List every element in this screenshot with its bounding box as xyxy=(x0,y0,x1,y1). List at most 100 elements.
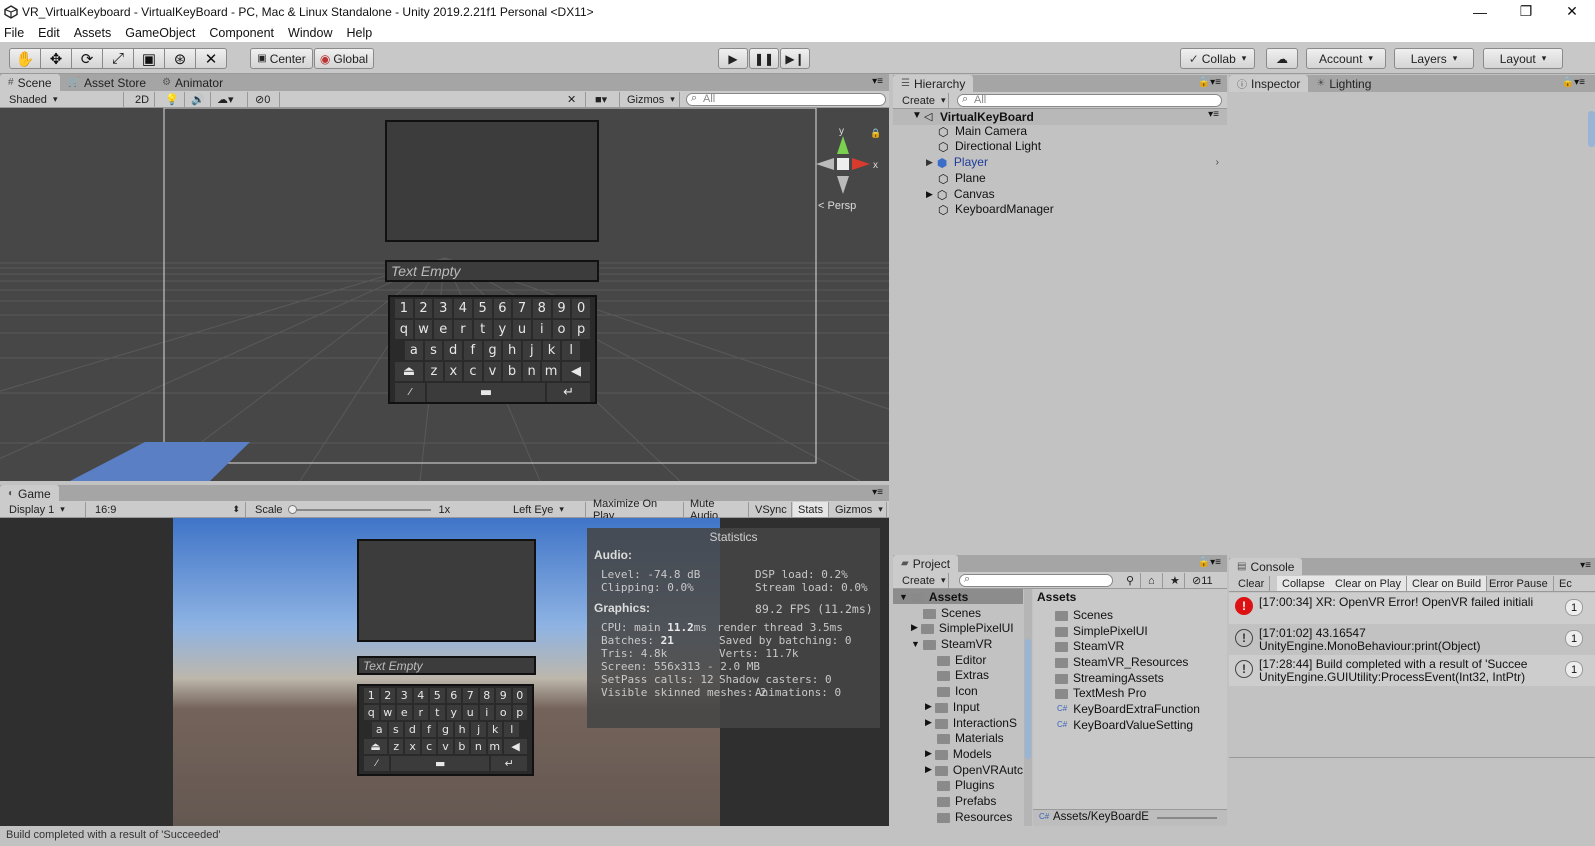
key[interactable]: d xyxy=(444,341,462,360)
rect-icon[interactable]: ▣ xyxy=(133,48,165,69)
project-tree-scrollbar[interactable] xyxy=(1024,589,1032,826)
key[interactable]: w xyxy=(380,705,395,720)
collab-dropdown[interactable]: ✓ Collab xyxy=(1180,48,1255,69)
language-icon[interactable]: ⁄ xyxy=(395,383,426,402)
panel-menu-icon[interactable]: ▾≡ xyxy=(1580,560,1591,571)
key[interactable]: 0 xyxy=(572,299,591,318)
tab-project[interactable]: ▰ Project xyxy=(893,555,959,572)
maximize-icon[interactable]: ❐ xyxy=(1503,0,1549,23)
key[interactable]: l xyxy=(562,341,581,360)
project-search-input[interactable] xyxy=(959,574,1113,587)
hierarchy-create-dropdown[interactable]: Create xyxy=(897,93,949,108)
tree-item[interactable]: ▶ InteractionS xyxy=(925,715,1017,731)
menu-component[interactable]: Component xyxy=(209,26,274,40)
asset-item[interactable]: SimplePixelUI xyxy=(1055,623,1148,639)
backspace-icon[interactable]: ◀ xyxy=(503,739,527,754)
asset-item[interactable]: Scenes xyxy=(1055,607,1113,623)
keyboard-text-field-game[interactable]: Text Empty xyxy=(357,656,536,675)
key[interactable]: f xyxy=(464,341,482,360)
panel-menu-icon[interactable]: 🔒▾≡ xyxy=(1198,557,1221,568)
hidden-packages-toggle[interactable]: ⊘ 11 xyxy=(1187,573,1225,588)
key[interactable]: v xyxy=(438,739,453,754)
asset-item[interactable]: C# KeyBoardValueSetting xyxy=(1057,717,1193,733)
eye-dropdown[interactable]: Left Eye xyxy=(508,502,586,517)
tree-item[interactable]: ▶ Models xyxy=(925,746,992,762)
close-icon[interactable]: ✕ xyxy=(1549,0,1595,23)
key[interactable]: q xyxy=(394,320,413,339)
key[interactable]: b xyxy=(454,739,470,754)
key[interactable]: 6 xyxy=(493,299,512,318)
asset-item[interactable]: C# KeyBoardExtraFunction xyxy=(1057,701,1200,717)
hierarchy-item-canvas[interactable]: ▶ ⬡ Canvas xyxy=(926,186,995,202)
console-collapse-button[interactable]: Collapse xyxy=(1277,576,1331,591)
key[interactable]: q xyxy=(364,705,379,720)
layers-dropdown[interactable]: Layers xyxy=(1394,48,1474,69)
key[interactable]: r xyxy=(413,705,428,720)
scene-search-input[interactable]: All xyxy=(686,93,886,106)
key[interactable]: 5 xyxy=(430,688,445,703)
key[interactable]: o xyxy=(552,320,571,339)
tools-icon[interactable]: ✕ xyxy=(562,92,586,107)
step-icon[interactable]: ▶❙ xyxy=(780,48,810,69)
key[interactable]: 1 xyxy=(394,299,413,318)
key[interactable]: 4 xyxy=(454,299,472,318)
key[interactable]: c xyxy=(421,739,437,754)
key[interactable]: d xyxy=(405,722,420,737)
tree-item[interactable]: ▶ SimplePixelUI xyxy=(911,620,1014,636)
key[interactable]: k xyxy=(487,722,503,737)
effects-icon[interactable]: ☁▾ xyxy=(212,92,248,107)
tree-item[interactable]: Editor xyxy=(937,652,986,668)
lock-icon[interactable]: 🔒▾≡ xyxy=(1562,77,1585,88)
pause-icon[interactable]: ❚❚ xyxy=(749,48,779,69)
display-dropdown[interactable]: Display 1 xyxy=(4,502,86,517)
shift-icon[interactable]: ⏏ xyxy=(364,739,388,754)
tab-lighting[interactable]: ☀ Lighting xyxy=(1308,75,1379,92)
key[interactable]: f xyxy=(421,722,437,737)
key[interactable]: w xyxy=(414,320,433,339)
key[interactable]: z xyxy=(389,739,404,754)
key[interactable]: 3 xyxy=(434,299,453,318)
key[interactable]: 8 xyxy=(479,688,494,703)
scene-view[interactable]: Text Empty 1234567890 qwertyuiop asdfghj… xyxy=(0,108,889,481)
stats-toggle[interactable]: Stats xyxy=(793,502,829,517)
tab-asset-store[interactable]: 🛒 Asset Store xyxy=(60,74,154,91)
play-icon[interactable]: ▶ xyxy=(718,48,748,69)
language-icon[interactable]: ⁄ xyxy=(364,756,390,771)
filter-label-icon[interactable]: ⌂ xyxy=(1143,573,1163,588)
inspector-scrollbar[interactable] xyxy=(1588,111,1595,147)
key[interactable]: i xyxy=(532,320,551,339)
tab-scene[interactable]: # Scene xyxy=(0,74,60,91)
shading-dropdown[interactable]: Shaded xyxy=(4,92,124,107)
key[interactable]: 7 xyxy=(513,299,531,318)
key[interactable]: 2 xyxy=(414,299,433,318)
key[interactable]: y xyxy=(493,320,512,339)
console-editor-button[interactable]: Ec xyxy=(1554,576,1577,591)
filter-type-icon[interactable]: ⚲ xyxy=(1121,573,1141,588)
hierarchy-item-directional-light[interactable]: ⬡ Directional Light xyxy=(938,138,1041,154)
tab-game[interactable]: ◐ Game xyxy=(0,485,59,502)
console-entry-log[interactable]: ! [17:01:02] 43.16547 UnityEngine.MonoBe… xyxy=(1229,624,1595,655)
gizmos-dropdown[interactable]: Gizmos xyxy=(622,92,680,107)
favorite-icon[interactable]: ★ xyxy=(1165,573,1185,588)
key[interactable]: 7 xyxy=(463,688,478,703)
key[interactable]: y xyxy=(446,705,461,720)
key[interactable]: g xyxy=(483,341,502,360)
camera-icon[interactable]: ■▾ xyxy=(590,92,620,107)
key[interactable]: u xyxy=(463,705,478,720)
hierarchy-item-plane[interactable]: ⬡ Plane xyxy=(938,170,986,186)
scene-menu-icon[interactable]: ▾≡ xyxy=(1208,109,1219,120)
virtual-keyboard-game[interactable]: 1234567890 qwertyuiop asdfghjkl ⏏ zxcvbn… xyxy=(357,684,534,776)
key[interactable]: 4 xyxy=(413,688,428,703)
asset-item[interactable]: StreamingAssets xyxy=(1055,670,1164,686)
mode-2d-toggle[interactable]: 2D xyxy=(130,92,155,107)
key[interactable]: 0 xyxy=(512,688,527,703)
tree-item[interactable]: Plugins xyxy=(937,777,994,793)
key[interactable]: j xyxy=(523,341,541,360)
key[interactable]: 9 xyxy=(552,299,571,318)
key[interactable]: a xyxy=(371,722,387,737)
key[interactable]: 1 xyxy=(364,688,379,703)
key[interactable]: t xyxy=(430,705,445,720)
shift-icon[interactable]: ⏏ xyxy=(395,362,424,381)
key[interactable]: v xyxy=(483,362,502,381)
audio-icon[interactable]: 🔊 xyxy=(186,92,211,107)
